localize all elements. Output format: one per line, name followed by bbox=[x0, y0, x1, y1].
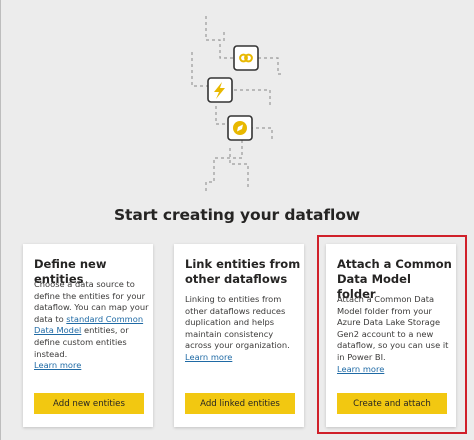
card-description: Linking to entities from other dataflows… bbox=[185, 294, 301, 364]
card-desc-text: Linking to entities from other dataflows… bbox=[185, 294, 290, 351]
lightning-icon bbox=[207, 77, 233, 103]
add-new-entities-button[interactable]: Add new entities bbox=[34, 393, 144, 414]
page-headline: Start creating your dataflow bbox=[113, 206, 360, 224]
link-icon bbox=[233, 45, 259, 71]
dataflow-illustration bbox=[191, 16, 284, 194]
card-link-entities: Link entities from other dataflows Linki… bbox=[174, 244, 304, 427]
compass-icon bbox=[227, 115, 253, 141]
highlight-box bbox=[317, 235, 467, 434]
card-title: Link entities from other dataflows bbox=[185, 257, 301, 286]
learn-more-link[interactable]: Learn more bbox=[34, 360, 150, 372]
add-linked-entities-button[interactable]: Add linked entities bbox=[185, 393, 295, 414]
learn-more-link[interactable]: Learn more bbox=[185, 352, 301, 364]
card-define-new-entities: Define new entities Choose a data source… bbox=[23, 244, 153, 427]
card-description: Choose a data source to define the entit… bbox=[34, 279, 150, 372]
